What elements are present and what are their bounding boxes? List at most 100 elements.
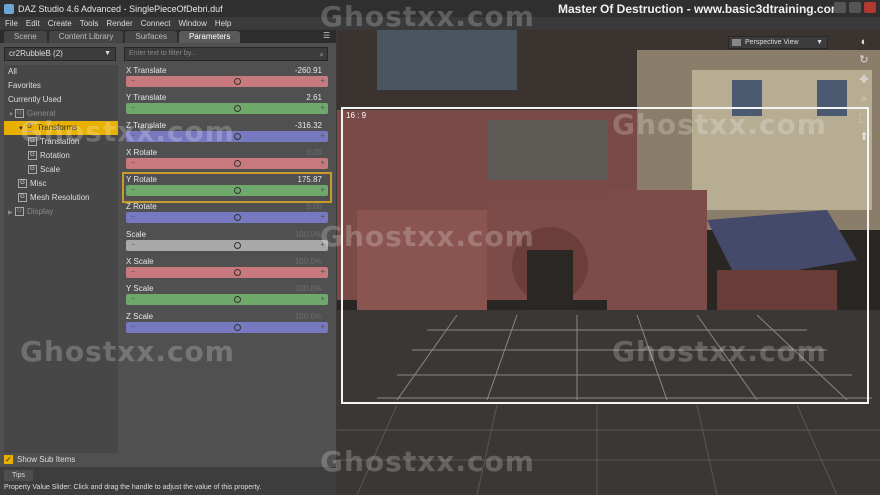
slider-plus-icon[interactable]: +: [320, 103, 325, 112]
slider-minus-icon[interactable]: −: [131, 214, 135, 221]
menu-edit[interactable]: Edit: [26, 19, 40, 28]
parameter-value[interactable]: -260.91: [295, 66, 322, 75]
group-icon: G: [15, 109, 24, 119]
slider-handle[interactable]: [234, 105, 242, 113]
show-sub-items-toggle[interactable]: ✓ Show Sub Items: [4, 453, 75, 465]
parameter-value[interactable]: 2.61: [306, 93, 322, 102]
pan-icon[interactable]: ✥: [856, 72, 872, 88]
tree-item[interactable]: ▶ G Display: [4, 205, 118, 219]
menu-connect[interactable]: Connect: [141, 19, 171, 28]
slider-minus-icon[interactable]: −: [131, 296, 135, 303]
menu-bar: File Edit Create Tools Render Connect Wi…: [0, 17, 340, 29]
expand-arrow-icon[interactable]: ▼: [18, 122, 25, 136]
slider-handle[interactable]: [234, 269, 242, 277]
slider-track[interactable]: − +: [126, 185, 328, 197]
3d-viewport[interactable]: Perspective View ▼ ◐ ↻ ✥ ⌕ ⬚ ⬆ 16 : 9: [337, 30, 880, 495]
tab-parameters[interactable]: Parameters: [178, 31, 241, 43]
sphere-view-icon[interactable]: ◐: [856, 34, 872, 50]
collapse-arrow-icon[interactable]: ▶: [8, 206, 15, 220]
parameter-value[interactable]: 100.0%: [295, 284, 322, 293]
tips-tab[interactable]: Tips: [4, 470, 33, 481]
slider-track[interactable]: − +: [126, 157, 328, 169]
parameter-name: X Rotate: [126, 147, 158, 157]
tree-item[interactable]: ▼ G Transforms: [4, 121, 118, 135]
parameter-value[interactable]: -316.32: [295, 121, 322, 130]
parameter-value[interactable]: 100.0%: [295, 312, 322, 321]
slider-minus-icon[interactable]: −: [131, 133, 135, 140]
parameter-name: X Scale: [126, 257, 154, 267]
zoom-icon[interactable]: ⌕: [856, 91, 872, 107]
tips-bar: Tips Property Value Slider: Click and dr…: [0, 468, 336, 495]
slider-plus-icon[interactable]: +: [320, 267, 325, 276]
slider-minus-icon[interactable]: −: [131, 105, 135, 112]
menu-render[interactable]: Render: [106, 19, 132, 28]
camera-selector[interactable]: Perspective View ▼: [728, 36, 828, 49]
chevron-down-icon: ▼: [104, 50, 111, 57]
slider-handle[interactable]: [234, 214, 242, 222]
parameter-list: X Translate -260.91− + Y Translate 2.61− + Z T…: [122, 65, 332, 338]
slider-track[interactable]: − +: [126, 212, 328, 224]
slider-handle[interactable]: [234, 323, 242, 331]
slider-plus-icon[interactable]: +: [320, 158, 325, 167]
pane-menu-icon[interactable]: ☰: [323, 31, 333, 41]
expand-arrow-icon[interactable]: ▼: [8, 108, 15, 122]
slider-minus-icon[interactable]: −: [131, 242, 135, 249]
menu-window[interactable]: Window: [178, 19, 206, 28]
menu-file[interactable]: File: [5, 19, 18, 28]
slider-plus-icon[interactable]: +: [320, 76, 325, 85]
slider-minus-icon[interactable]: −: [131, 269, 135, 276]
parameter-value[interactable]: 100.0%: [295, 230, 322, 239]
checkbox-checked-icon[interactable]: ✓: [4, 454, 13, 464]
menu-tools[interactable]: Tools: [80, 19, 99, 28]
slider-plus-icon[interactable]: +: [320, 185, 325, 194]
tree-item[interactable]: Favorites: [4, 79, 118, 93]
slider-track[interactable]: − +: [126, 103, 328, 115]
slider-handle[interactable]: [234, 296, 242, 304]
slider-handle[interactable]: [234, 78, 242, 85]
slider-handle[interactable]: [234, 159, 242, 167]
maximize-button[interactable]: [849, 2, 861, 13]
orbit-icon[interactable]: ↻: [856, 52, 872, 68]
tab-content-library[interactable]: Content Library: [48, 31, 124, 43]
tree-item[interactable]: Currently Used: [4, 93, 118, 107]
slider-handle[interactable]: [234, 241, 242, 249]
menu-help[interactable]: Help: [215, 19, 231, 28]
tree-item[interactable]: G Translation: [4, 135, 118, 149]
node-selector[interactable]: cr2RubbleB (2) ▼: [4, 47, 116, 61]
slider-minus-icon[interactable]: −: [131, 324, 135, 331]
slider-plus-icon[interactable]: +: [320, 240, 325, 249]
slider-handle[interactable]: [234, 132, 242, 140]
slider-minus-icon[interactable]: −: [131, 187, 135, 194]
parameter-value[interactable]: 0.00: [306, 202, 322, 211]
slider-track[interactable]: − +: [126, 76, 328, 87]
slider-track[interactable]: − +: [126, 321, 328, 333]
slider-track[interactable]: − +: [126, 239, 328, 251]
tree-item[interactable]: All: [4, 65, 118, 79]
close-button[interactable]: [864, 2, 876, 13]
slider-handle[interactable]: [234, 187, 242, 195]
slider-plus-icon[interactable]: +: [320, 212, 325, 221]
minimize-button[interactable]: [834, 2, 846, 13]
slider-plus-icon[interactable]: +: [320, 131, 325, 140]
menu-create[interactable]: Create: [48, 19, 72, 28]
parameter-value[interactable]: 0.00: [306, 148, 322, 157]
aspect-frame: 16 : 9: [341, 107, 869, 404]
tree-item[interactable]: G Rotation: [4, 149, 118, 163]
filter-input[interactable]: Enter text to filter by... ⌕: [124, 47, 328, 61]
group-icon: G: [28, 165, 37, 175]
tree-item[interactable]: G Mesh Resolution: [4, 191, 118, 205]
slider-track[interactable]: − +: [126, 267, 328, 279]
tree-item[interactable]: ▼ G General: [4, 107, 118, 121]
tab-surfaces[interactable]: Surfaces: [125, 31, 177, 43]
slider-track[interactable]: − +: [126, 130, 328, 142]
slider-track[interactable]: − +: [126, 294, 328, 306]
tab-scene[interactable]: Scene: [4, 31, 47, 43]
parameter-value[interactable]: 100.0%: [295, 257, 322, 266]
parameter-value[interactable]: 175.87: [298, 175, 322, 184]
tree-item[interactable]: G Scale: [4, 163, 118, 177]
tree-item[interactable]: G Misc: [4, 177, 118, 191]
slider-plus-icon[interactable]: +: [320, 322, 325, 331]
slider-minus-icon[interactable]: −: [131, 160, 135, 167]
slider-plus-icon[interactable]: +: [320, 294, 325, 303]
slider-minus-icon[interactable]: −: [131, 78, 135, 85]
